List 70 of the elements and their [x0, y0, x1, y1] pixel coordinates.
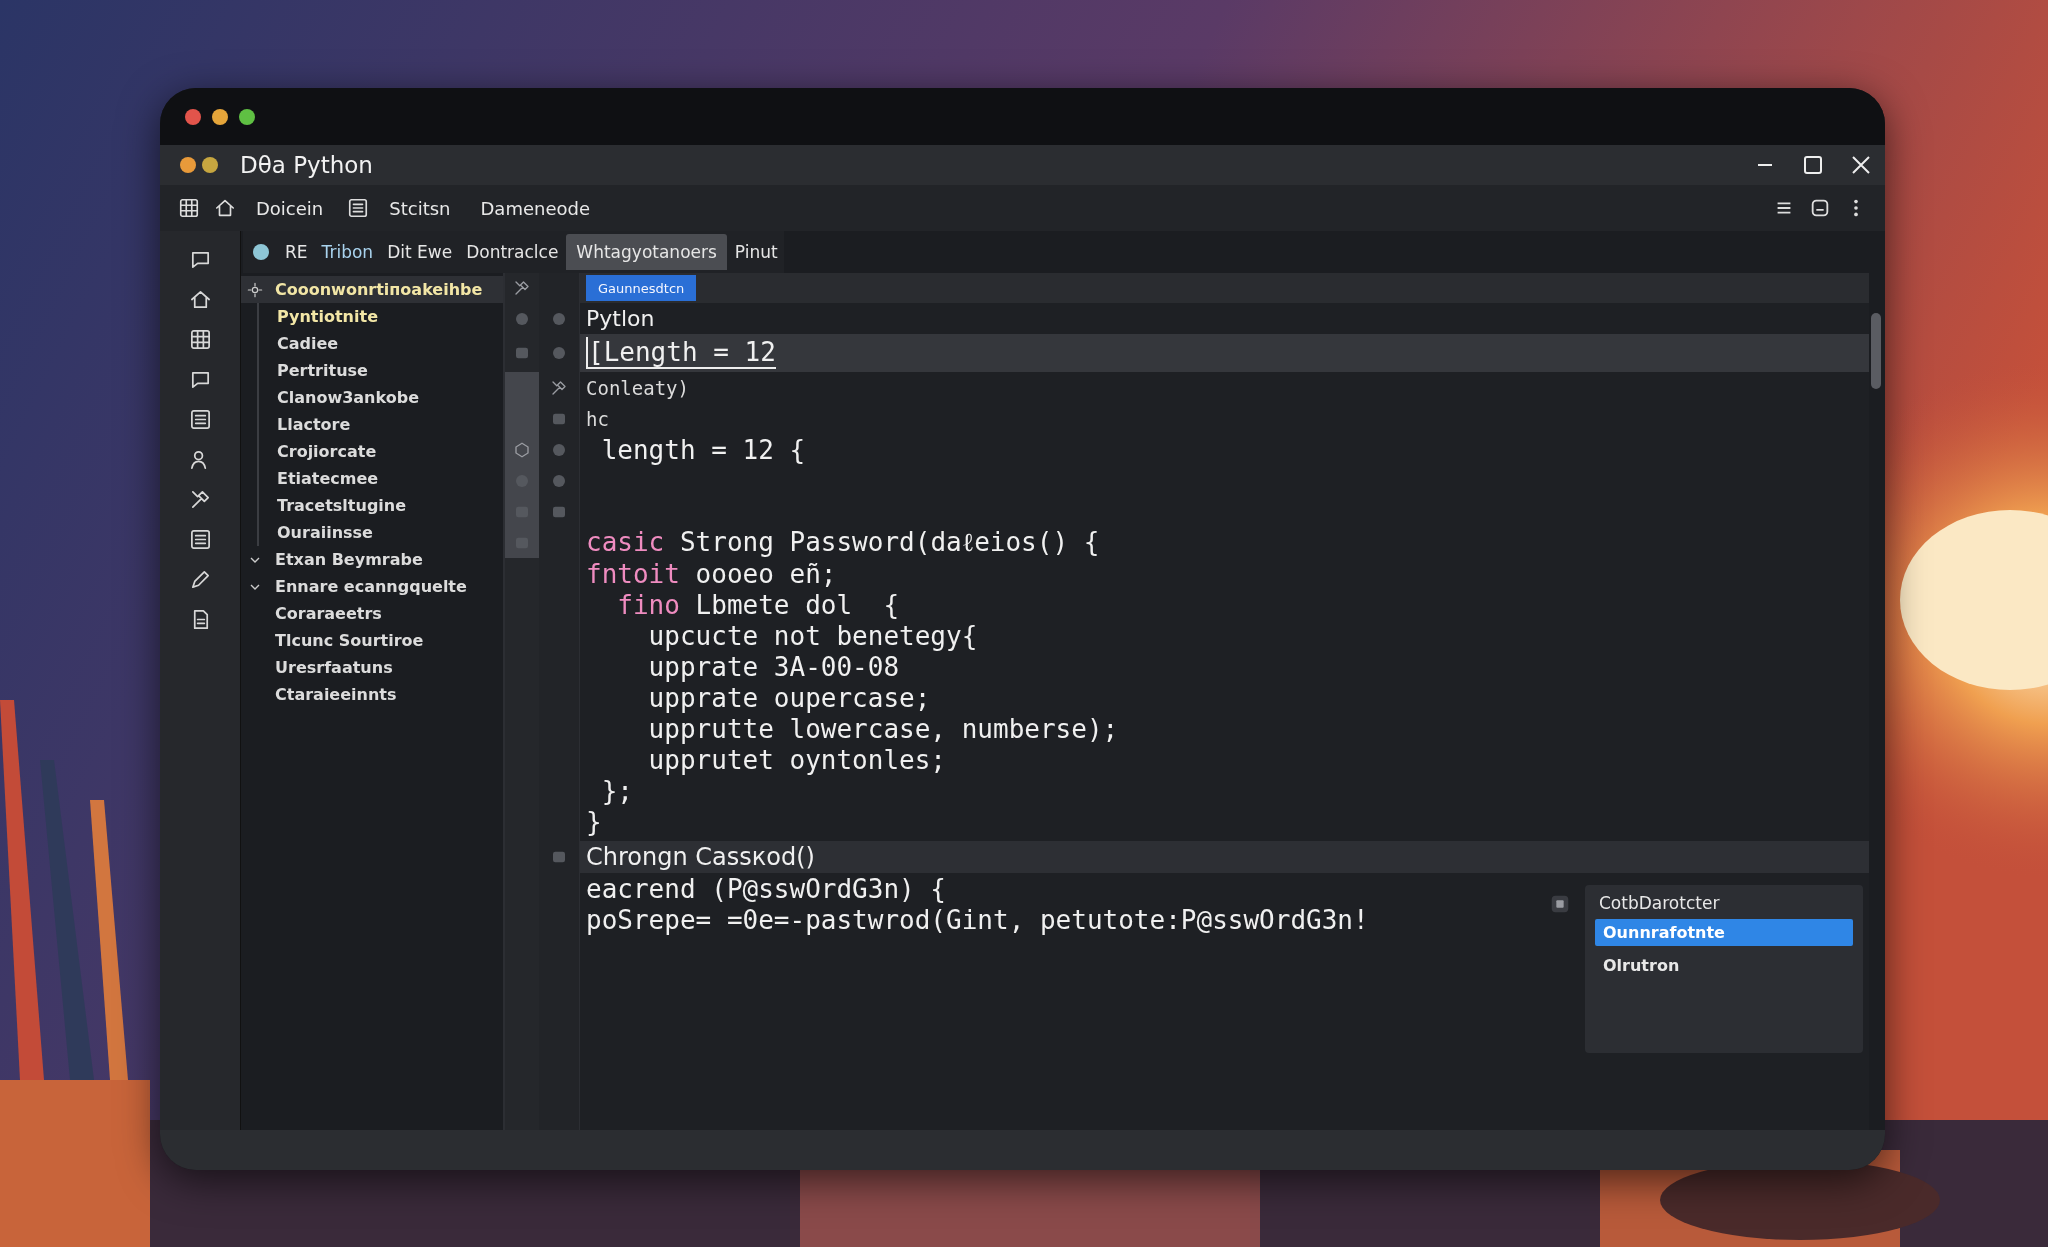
- code-line: upprutte lowercase, numberse);: [647, 713, 1119, 744]
- tree-item[interactable]: Crojiorcate: [259, 438, 503, 465]
- menu-item[interactable]: Stcitsn: [383, 197, 461, 219]
- status-dot: [180, 157, 196, 173]
- code-line: };: [600, 775, 633, 806]
- tab[interactable]: Gaunnesdtcn: [586, 275, 697, 301]
- scrollbar[interactable]: [1871, 313, 1881, 389]
- section-title: Chrongn Cassкod(): [585, 843, 815, 871]
- tree-item[interactable]: Tracetsltugine: [259, 492, 503, 519]
- code-line: Pytlon: [586, 306, 655, 331]
- code-line: [Length = 12: [586, 337, 776, 369]
- status-dot: [202, 157, 218, 173]
- code-line: length = 12 {: [600, 434, 806, 465]
- code-line: upprate 3A-00-08: [647, 651, 900, 682]
- hexagon-icon: [513, 440, 531, 459]
- tools-icon: [550, 378, 568, 397]
- tab[interactable]: Tribon: [315, 234, 380, 270]
- suggestion-item[interactable]: Ounnrafotnte: [1595, 919, 1853, 946]
- code-line: }: [586, 806, 602, 837]
- tree-item[interactable]: Uresrfaatuns: [241, 654, 503, 681]
- gear-icon: [247, 281, 263, 298]
- tree-item[interactable]: Etxan Beymrabe: [241, 546, 503, 573]
- maximize-icon[interactable]: [1801, 153, 1825, 177]
- list-icon[interactable]: [188, 408, 212, 431]
- close-dot[interactable]: [185, 108, 201, 125]
- tree-item[interactable]: Pyntiotnite: [259, 303, 503, 330]
- circle-icon: [550, 344, 568, 362]
- code-line: Conleaty): [586, 376, 689, 399]
- grid-icon[interactable]: [178, 197, 200, 219]
- list-icon[interactable]: [347, 197, 370, 219]
- tree-item[interactable]: Cooonwonrtiпoakeihbe: [241, 276, 503, 303]
- menu-item[interactable]: Doicein: [250, 197, 334, 219]
- tab[interactable]: Dit Ewe: [381, 234, 459, 270]
- tree-item[interactable]: Llactore: [259, 411, 503, 438]
- box-icon[interactable]: [1809, 197, 1831, 219]
- tree-item[interactable]: Clanow3ankobe: [259, 384, 503, 411]
- code-line: upprate oupercase;: [647, 682, 931, 713]
- zoom-dot[interactable]: [239, 108, 255, 125]
- minimize-dot[interactable]: [212, 108, 228, 125]
- tree-item[interactable]: Etiatecmee: [259, 465, 503, 492]
- tree-item[interactable]: Tlcunc Sourtiroe: [241, 627, 503, 654]
- window-title: Dθa Python: [240, 152, 373, 178]
- tree-item[interactable]: Ouraiinsse: [259, 519, 503, 546]
- home-icon[interactable]: [188, 288, 212, 311]
- tab[interactable]: Dontraclce: [460, 234, 565, 270]
- tree-item[interactable]: Ennare ecanngquelte: [241, 573, 503, 600]
- code-line: upcucte not benetegy{: [647, 620, 978, 651]
- circle-icon: [253, 244, 269, 260]
- grid-icon[interactable]: [188, 328, 212, 351]
- list-icon[interactable]: [188, 528, 212, 551]
- code-line: eacrend (P@sswOrdG3n) {: [586, 873, 947, 904]
- suggestion-item[interactable]: Olrutron: [1595, 952, 1853, 979]
- menu-item[interactable]: Dameneode: [474, 197, 600, 219]
- tree-item[interactable]: Ctaraieeinnts: [241, 681, 503, 708]
- code-line: fino Lbmete dol {: [616, 589, 900, 620]
- code-line: upprutet oyntonles;: [647, 744, 947, 775]
- home-icon[interactable]: [214, 197, 236, 219]
- code-line: casic Strong Password(daℓeios() {: [586, 527, 1100, 558]
- tools-icon: [513, 279, 531, 297]
- tab[interactable]: Whtagyotanoers: [566, 234, 727, 270]
- square-icon: [1549, 893, 1571, 915]
- tree-item[interactable]: Cadiee: [259, 330, 503, 357]
- code-line: hc: [586, 407, 609, 430]
- panel-title: CotbDarotcter: [1598, 893, 1721, 913]
- tab[interactable]: RE: [279, 234, 314, 270]
- tree-item[interactable]: Coraraeetrs: [241, 600, 503, 627]
- tree-item[interactable]: Pertrituse: [259, 357, 503, 384]
- tab[interactable]: Pinut: [728, 234, 784, 270]
- code-line: fntoit oooeo eñ;: [586, 558, 837, 589]
- code-line: poSrepe= =0e=-pastwrod(Gint, petutote:P@sswOrdG3n!: [586, 904, 1369, 935]
